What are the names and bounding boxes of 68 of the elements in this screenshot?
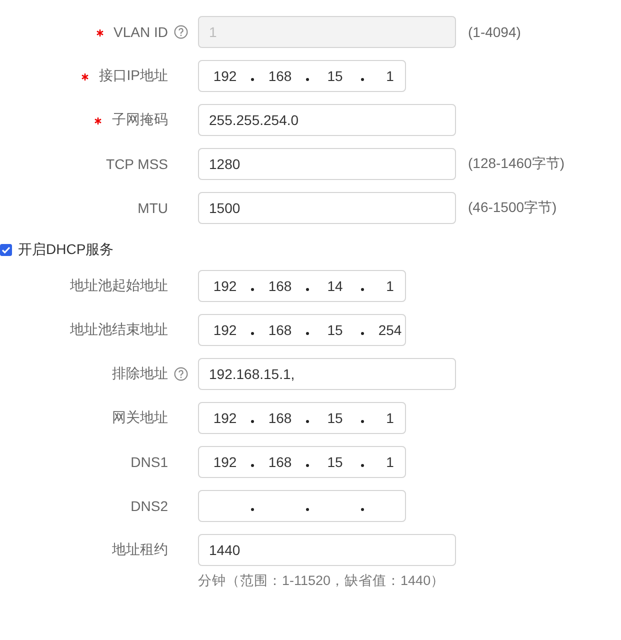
field-label: DNS2 bbox=[130, 498, 168, 514]
ip-octet: 192 bbox=[212, 410, 238, 426]
checkbox[interactable] bbox=[0, 244, 12, 256]
input-field[interactable]: 255.255.254.0 bbox=[198, 104, 456, 136]
separator-dot-icon bbox=[251, 78, 254, 80]
range-hint: (128-1460字节) bbox=[468, 154, 564, 173]
separator-dot-icon bbox=[306, 78, 309, 80]
ip-octet: 168 bbox=[267, 322, 293, 338]
ip-address-field[interactable] bbox=[198, 490, 406, 522]
range-hint: (46-1500字节) bbox=[468, 198, 557, 217]
field-label: 地址租约 bbox=[112, 541, 168, 559]
checkbox-label: 开启DHCP服务 bbox=[18, 241, 114, 259]
ip-octet: 192 bbox=[212, 68, 238, 84]
separator-dot-icon bbox=[251, 332, 254, 334]
ip-address-field[interactable]: 192 168 15 254 bbox=[198, 314, 406, 346]
separator-dot-icon bbox=[361, 464, 364, 466]
field-label: 排除地址 bbox=[112, 365, 168, 383]
field-note: 分钟（范围：1-11520，缺省值：1440） bbox=[198, 572, 446, 590]
separator-dot-icon bbox=[306, 508, 309, 510]
input-field[interactable]: 192.168.15.1, bbox=[198, 358, 456, 390]
ip-address-field[interactable]: 192 168 14 1 bbox=[198, 270, 406, 302]
separator-dot-icon bbox=[306, 288, 309, 290]
field-label: 地址池结束地址 bbox=[70, 321, 168, 339]
field-label: TCP MSS bbox=[106, 156, 168, 172]
ip-octet: 1 bbox=[385, 278, 395, 294]
ip-octet: 1 bbox=[385, 68, 395, 84]
field-label: 子网掩码 bbox=[112, 111, 168, 129]
ip-octet: 1 bbox=[385, 454, 395, 470]
separator-dot-icon bbox=[251, 464, 254, 466]
ip-octet: 168 bbox=[267, 68, 293, 84]
ip-octet: 192 bbox=[212, 278, 238, 294]
ip-octet: 14 bbox=[326, 278, 344, 294]
range-hint: (1-4094) bbox=[468, 23, 521, 42]
separator-dot-icon bbox=[361, 78, 364, 80]
field-label: VLAN ID bbox=[114, 24, 168, 40]
input-field[interactable]: 1500 bbox=[198, 192, 456, 224]
ip-octet: 15 bbox=[326, 410, 344, 426]
field-label: MTU bbox=[138, 200, 168, 216]
ip-octet: 254 bbox=[377, 322, 403, 338]
ip-octet: 168 bbox=[267, 278, 293, 294]
separator-dot-icon bbox=[361, 508, 364, 510]
separator-dot-icon bbox=[306, 420, 309, 422]
ip-octet: 15 bbox=[326, 68, 344, 84]
field-label: DNS1 bbox=[130, 454, 168, 470]
separator-dot-icon bbox=[361, 332, 364, 334]
separator-dot-icon bbox=[361, 420, 364, 422]
ip-address-field[interactable]: 192 168 15 1 bbox=[198, 402, 406, 434]
ip-octet: 192 bbox=[212, 322, 238, 338]
ip-octet: 1 bbox=[385, 410, 395, 426]
ip-octet: 15 bbox=[326, 322, 344, 338]
separator-dot-icon bbox=[251, 508, 254, 510]
separator-dot-icon bbox=[251, 420, 254, 422]
ip-octet: 168 bbox=[267, 410, 293, 426]
help-icon[interactable] bbox=[174, 367, 188, 381]
ip-address-field[interactable]: 192 168 15 1 bbox=[198, 60, 406, 92]
field-label: 地址池起始地址 bbox=[70, 277, 168, 295]
input-field[interactable]: 1280 bbox=[198, 148, 456, 180]
input-field[interactable]: 1440 bbox=[198, 534, 456, 566]
separator-dot-icon bbox=[361, 288, 364, 290]
ip-octet: 168 bbox=[267, 454, 293, 470]
separator-dot-icon bbox=[306, 464, 309, 466]
separator-dot-icon bbox=[306, 332, 309, 334]
ip-address-field[interactable]: 192 168 15 1 bbox=[198, 446, 406, 478]
field-label: 网关地址 bbox=[112, 409, 168, 427]
ip-octet: 15 bbox=[326, 454, 344, 470]
ip-octet: 192 bbox=[212, 454, 238, 470]
field-label: 接口IP地址 bbox=[98, 67, 168, 85]
separator-dot-icon bbox=[251, 288, 254, 290]
